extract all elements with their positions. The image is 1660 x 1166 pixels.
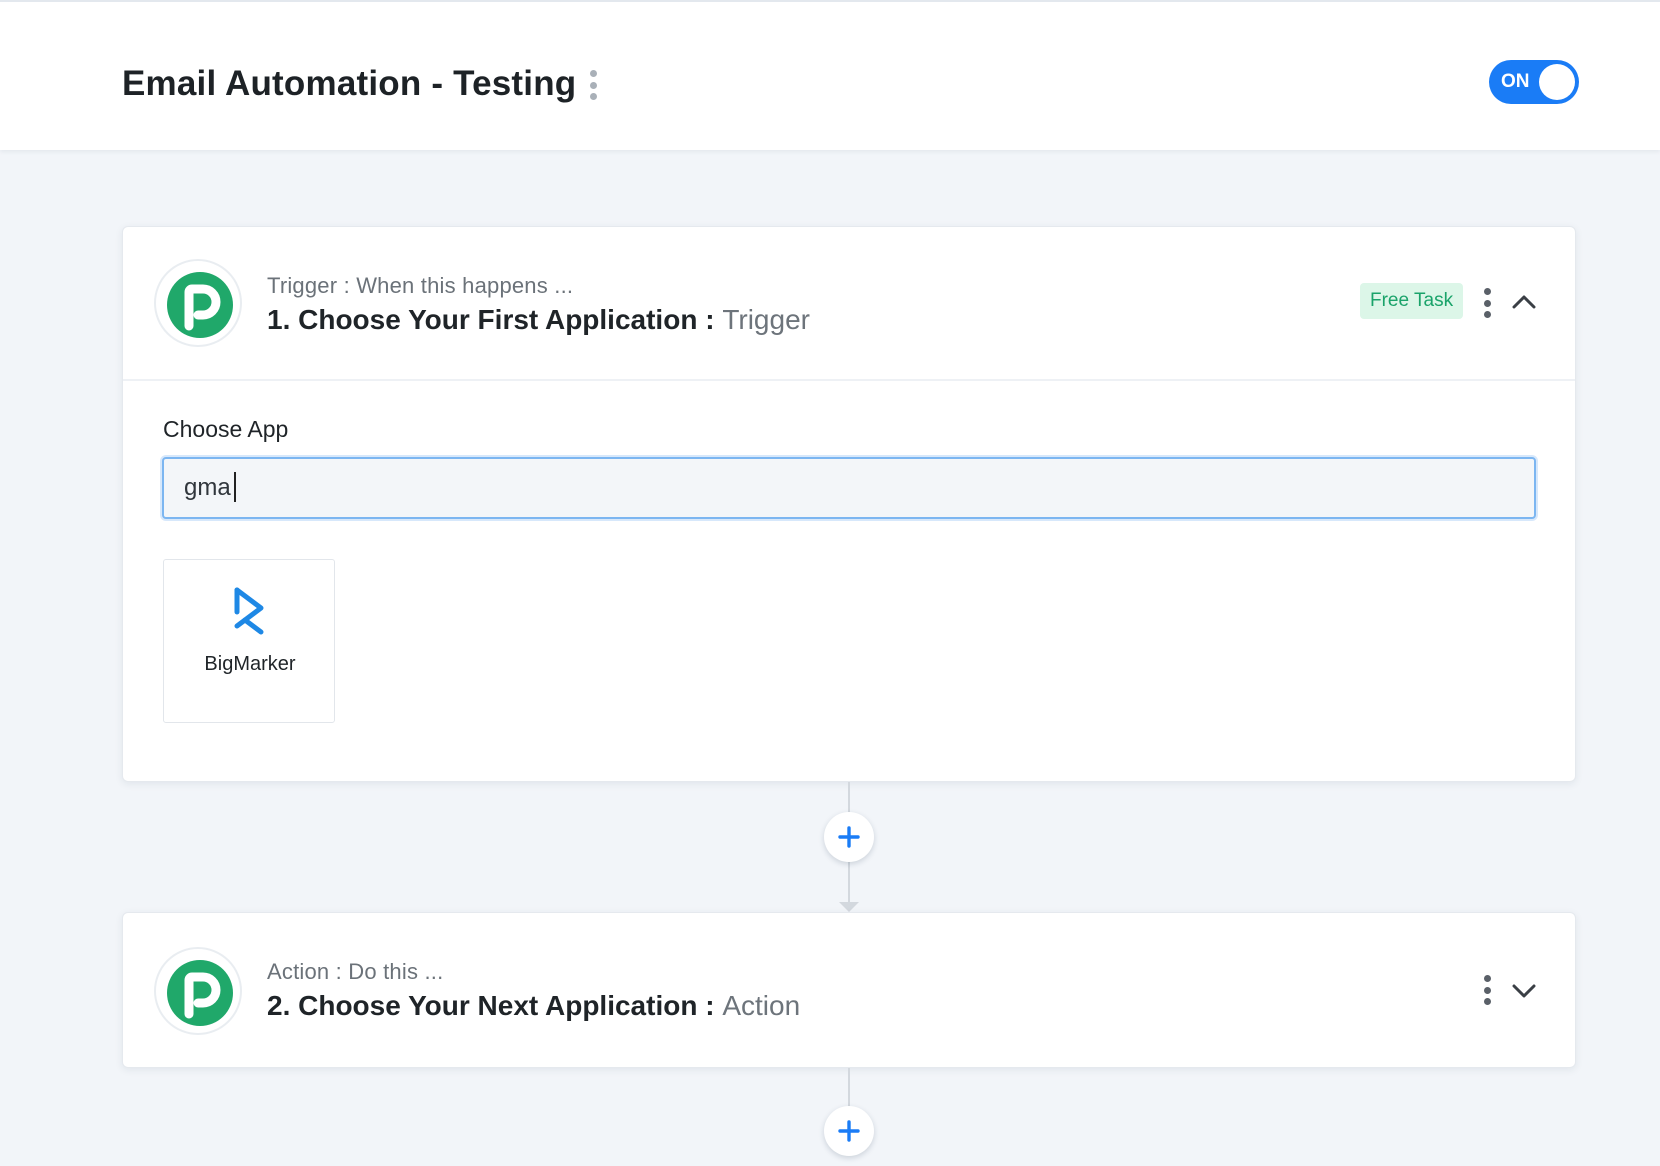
trigger-title-suffix: Trigger: [722, 304, 810, 335]
app-result-label: BigMarker: [204, 653, 296, 675]
add-step-button[interactable]: [824, 812, 874, 862]
action-title-text: 2. Choose Your Next Application :: [267, 990, 715, 1021]
toggle-knob: [1539, 64, 1575, 100]
bigmarker-logo-icon: [234, 587, 264, 635]
action-step-card: Action : Do this ... 2. Choose Your Next…: [122, 912, 1576, 1068]
workflow-menu-icon[interactable]: [588, 70, 598, 100]
trigger-step-card: Trigger : When this happens ... 1. Choos…: [122, 226, 1576, 782]
chevron-up-icon[interactable]: [1511, 293, 1537, 309]
choose-app-label: Choose App: [163, 416, 289, 442]
action-title[interactable]: 2. Choose Your Next Application : Action: [267, 989, 800, 1023]
choose-app-search-input[interactable]: [162, 457, 1536, 519]
plus-icon: [838, 826, 860, 848]
add-step-button[interactable]: [824, 1106, 874, 1156]
app-result-bigmarker[interactable]: BigMarker: [163, 559, 335, 723]
toggle-label: ON: [1501, 71, 1530, 92]
card-divider: [123, 379, 1575, 381]
action-title-suffix: Action: [722, 990, 801, 1021]
plus-icon: [838, 1120, 860, 1142]
pabbly-logo-icon: [154, 259, 242, 347]
chevron-down-icon[interactable]: [1511, 983, 1537, 999]
free-task-badge: Free Task: [1360, 283, 1464, 319]
workflow-header: Email Automation - Testing ON: [0, 0, 1660, 150]
trigger-title[interactable]: 1. Choose Your First Application : Trigg…: [267, 303, 810, 337]
pabbly-logo-icon: [154, 947, 242, 1035]
action-subtitle: Action : Do this ...: [267, 959, 444, 984]
workflow-title[interactable]: Email Automation - Testing: [122, 62, 576, 106]
action-menu-icon[interactable]: [1482, 975, 1492, 1005]
arrow-down-icon: [839, 902, 859, 912]
trigger-menu-icon[interactable]: [1482, 288, 1492, 318]
trigger-subtitle: Trigger : When this happens ...: [267, 273, 574, 298]
workflow-status-toggle[interactable]: ON: [1489, 60, 1579, 104]
text-cursor: [234, 472, 236, 502]
trigger-title-text: 1. Choose Your First Application :: [267, 304, 715, 335]
workflow-editor: Email Automation - Testing ON Trigger : …: [0, 0, 1660, 1166]
